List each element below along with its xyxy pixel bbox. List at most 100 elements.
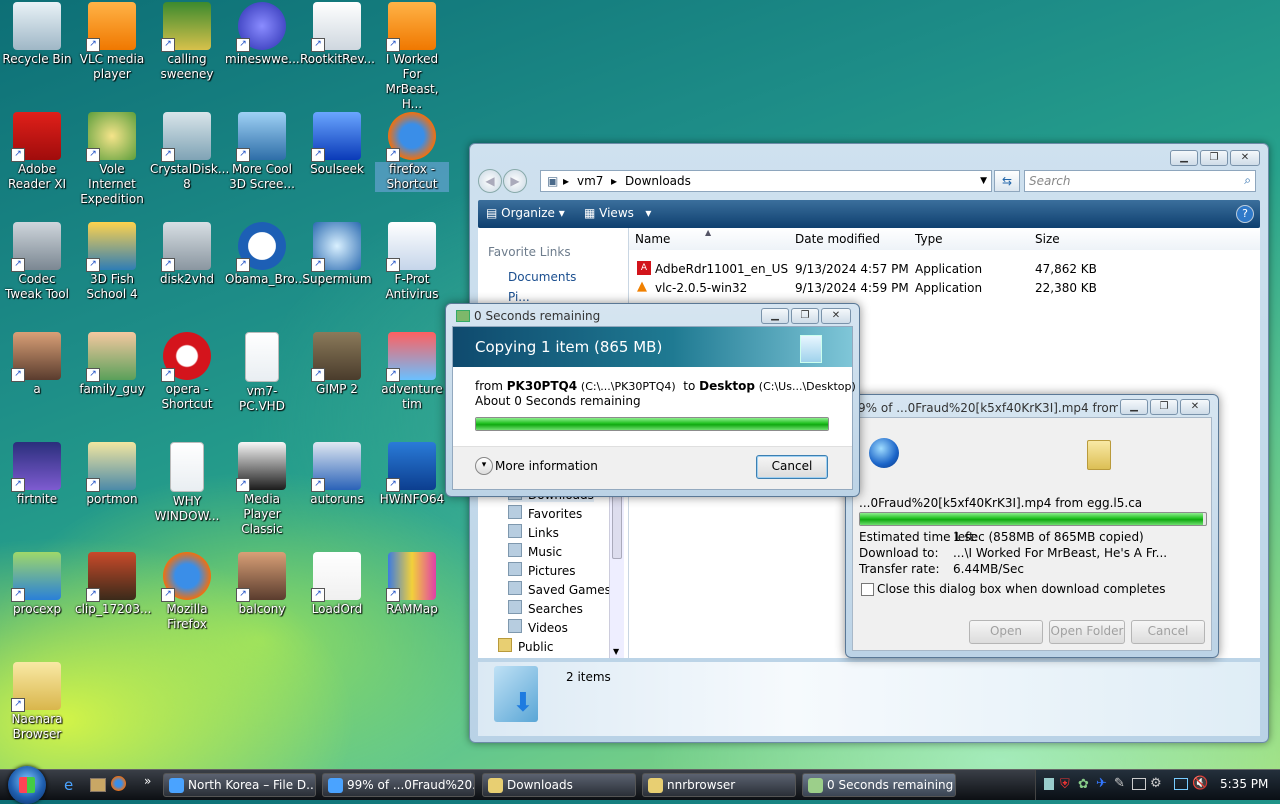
column-size[interactable]: Size — [1035, 232, 1060, 246]
desktop-icon[interactable]: ↗ procexp — [0, 552, 74, 617]
open-button[interactable]: Open — [969, 620, 1043, 644]
quicklaunch-overflow[interactable]: » — [144, 774, 151, 788]
file-row[interactable]: ▲ vlc-2.0.5-win32 9/13/2024 4:59 PM Appl… — [629, 279, 1260, 298]
maximize-button[interactable]: ❐ — [1150, 399, 1178, 415]
desktop-icon[interactable]: ↗ clip_17203... — [75, 552, 152, 617]
close-button[interactable]: ✕ — [821, 308, 851, 324]
address-bar[interactable]: ▣ ▸ vm7 ▸ Downloads ▼ — [540, 170, 992, 192]
desktop-icon[interactable]: ↗ adventure tim — [375, 332, 449, 412]
views-button[interactable]: ▦ Views ▾ — [584, 206, 651, 220]
forward-button[interactable]: ▶ — [503, 169, 527, 193]
desktop-icon[interactable]: vm7-PC.VHD — [225, 332, 299, 414]
back-button[interactable]: ◀ — [478, 169, 502, 193]
desktop-icon[interactable]: ↗ LoadOrd — [300, 552, 374, 617]
tree-item[interactable]: Favorites — [508, 505, 582, 521]
search-input[interactable]: Search ⌕ — [1024, 170, 1256, 192]
open-folder-button[interactable]: Open Folder — [1049, 620, 1125, 644]
app-tray-icon[interactable]: ✿ — [1078, 777, 1089, 792]
breadcrumb-vm7[interactable]: vm7 — [577, 174, 603, 188]
close-button[interactable]: ✕ — [1230, 150, 1260, 166]
minimize-button[interactable]: ▁ — [1120, 399, 1148, 415]
gear-tray-icon[interactable]: ⚙ — [1150, 776, 1162, 791]
desktop-icon[interactable]: ↗ mineswwe... — [225, 2, 300, 67]
desktop-icon[interactable]: ↗ family_guy — [75, 332, 149, 397]
scrollbar-thumb[interactable] — [612, 487, 622, 559]
tree-item[interactable]: Videos — [508, 619, 568, 635]
close-when-done-checkbox[interactable] — [861, 583, 874, 596]
refresh-button[interactable]: ⇆ — [994, 170, 1020, 192]
shield-tray-icon[interactable]: ⛨ — [1060, 777, 1070, 792]
firefox-quicklaunch-icon[interactable] — [111, 776, 126, 791]
scroll-down-icon[interactable]: ▼ — [613, 647, 619, 656]
desktop-icon[interactable]: ↗ Supermium — [300, 222, 374, 287]
taskbar-button[interactable]: nnrbrowser — [642, 773, 796, 797]
desktop-icon[interactable]: ↗ More Cool 3D Scree... — [225, 112, 299, 192]
organize-button[interactable]: ▤ Organize ▾ — [486, 206, 565, 220]
desktop-icon[interactable]: ↗ Vole Internet Expedition — [75, 112, 149, 207]
monitor-tray-icon[interactable] — [1132, 778, 1146, 790]
tree-item[interactable]: Pictures — [508, 562, 576, 578]
maximize-button[interactable]: ❐ — [791, 308, 819, 324]
favorite-link-documents[interactable]: Documents — [508, 270, 576, 284]
ie-quicklaunch-icon[interactable]: e — [64, 776, 73, 794]
desktop-icon[interactable]: ↗ a — [0, 332, 74, 397]
desktop-icon[interactable]: ↗ opera - Shortcut — [150, 332, 224, 412]
desktop-icon[interactable]: ↗ Media Player Classic — [225, 442, 299, 537]
display-tray-icon[interactable] — [1174, 778, 1188, 790]
desktop-icon[interactable]: ↗ Adobe Reader XI — [0, 112, 74, 192]
minimize-button[interactable]: ▁ — [761, 308, 789, 324]
desktop-icon[interactable]: Recycle Bin — [0, 2, 74, 67]
desktop-icon[interactable]: ↗ firtnite — [0, 442, 74, 507]
desktop-icon[interactable]: ↗ CrystalDisk... 8 — [150, 112, 229, 192]
desktop-icon[interactable]: ↗ 3D Fish School 4 — [75, 222, 149, 302]
start-button[interactable] — [8, 766, 46, 804]
taskbar-button[interactable]: North Korea – File D... — [163, 773, 316, 797]
to-name[interactable]: Desktop — [699, 379, 755, 393]
desktop-icon[interactable]: ↗ firefox - Shortcut — [375, 112, 449, 192]
minimize-button[interactable]: ▁ — [1170, 150, 1198, 166]
desktop-icon[interactable]: ↗ Soulseek — [300, 112, 374, 177]
desktop-icon[interactable]: ↗ RAMMap — [375, 552, 449, 617]
soulseek-tray-icon[interactable]: ✈ — [1096, 776, 1107, 791]
more-information-link[interactable]: More information — [495, 459, 598, 473]
desktop-icon[interactable]: ↗ Codec Tweak Tool — [0, 222, 74, 302]
network-tray-icon[interactable] — [1044, 778, 1054, 790]
desktop-icon[interactable]: ↗ VLC media player — [75, 2, 149, 82]
clock[interactable]: 5:35 PM — [1220, 777, 1268, 791]
maximize-button[interactable]: ❐ — [1200, 150, 1228, 166]
breadcrumb-downloads[interactable]: Downloads — [625, 174, 691, 188]
taskbar-button[interactable]: 0 Seconds remaining — [802, 773, 956, 797]
desktop-icon[interactable]: WHY WINDOW... — [150, 442, 224, 524]
column-date[interactable]: Date modified — [795, 232, 880, 246]
chevron-down-icon[interactable]: ▼ — [980, 176, 987, 186]
desktop-icon[interactable]: ↗ balcony — [225, 552, 299, 617]
help-icon[interactable]: ? — [1236, 205, 1254, 223]
pen-tray-icon[interactable]: ✎ — [1114, 776, 1125, 791]
desktop-icon[interactable]: ↗ F-Prot Antivirus — [375, 222, 449, 302]
desktop-icon[interactable]: ↗ I Worked For MrBeast, H... — [375, 2, 449, 112]
desktop-icon[interactable]: ↗ autoruns — [300, 442, 374, 507]
file-row[interactable]: A AdbeRdr11001_en_US 9/13/2024 4:57 PM A… — [629, 260, 1260, 279]
more-info-chevron-icon[interactable]: ▾ — [475, 457, 493, 475]
desktop-icon[interactable]: ↗ HWiNFO64 — [375, 442, 449, 507]
close-button[interactable]: ✕ — [1180, 399, 1210, 415]
desktop-icon[interactable]: ↗ RootkitRev... — [300, 2, 375, 67]
desktop-icon[interactable]: ↗ Naenara Browser — [0, 662, 74, 742]
tree-item[interactable]: Public — [498, 638, 554, 654]
desktop-quicklaunch-icon[interactable] — [90, 778, 106, 792]
copy-cancel-button[interactable]: Cancel — [756, 455, 828, 479]
desktop-icon[interactable]: ↗ portmon — [75, 442, 149, 507]
favorite-link-pictures[interactable]: Pi... — [508, 290, 530, 304]
desktop-icon[interactable]: ↗ disk2vhd — [150, 222, 224, 287]
tree-item[interactable]: Saved Games — [508, 581, 611, 597]
tree-item[interactable]: Music — [508, 543, 562, 559]
download-cancel-button[interactable]: Cancel — [1131, 620, 1205, 644]
column-type[interactable]: Type — [915, 232, 943, 246]
tree-item[interactable]: Searches — [508, 600, 583, 616]
taskbar-button[interactable]: Downloads — [482, 773, 636, 797]
tree-item[interactable]: Links — [508, 524, 559, 540]
desktop-icon[interactable]: ↗ calling sweeney — [150, 2, 224, 82]
desktop-icon[interactable]: ↗ Mozilla Firefox — [150, 552, 224, 632]
tree-scrollbar[interactable]: ▼ — [609, 483, 624, 658]
desktop-icon[interactable]: ↗ GIMP 2 — [300, 332, 374, 397]
